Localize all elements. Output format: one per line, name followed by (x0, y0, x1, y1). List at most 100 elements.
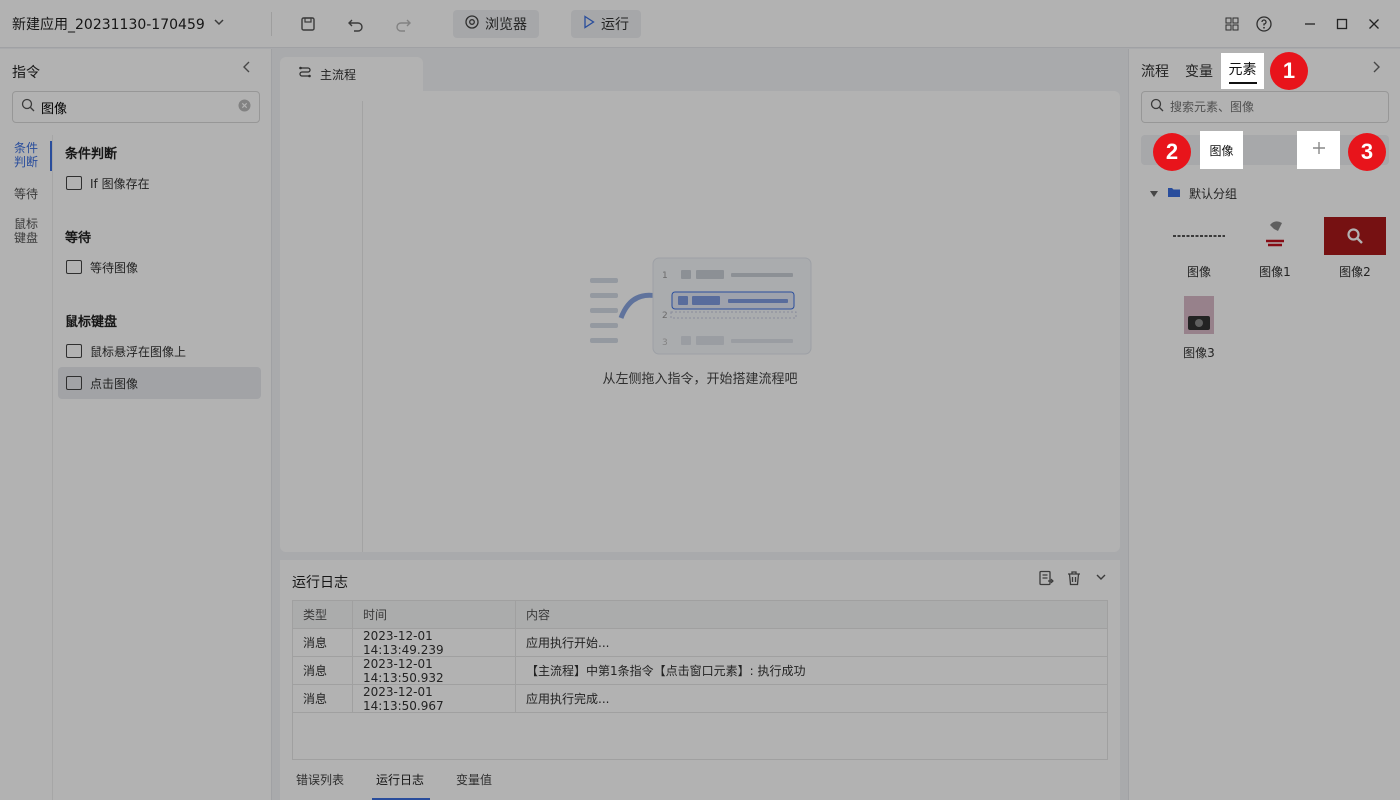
image-instruction-icon (66, 376, 82, 390)
category-tab-label: 条件判断 (14, 141, 39, 169)
log-type-cell: 消息 (293, 685, 353, 712)
instruction-click-image[interactable]: 点击图像 (58, 367, 261, 399)
chevron-down-icon[interactable] (1094, 570, 1108, 590)
save-icon[interactable] (296, 12, 320, 36)
instruction-category-tabs: 条件判断 等待 鼠标键盘 (0, 141, 52, 257)
table-row[interactable]: 消息 2023-12-01 14:13:50.967 应用执行完成... (293, 685, 1107, 713)
maximize-icon[interactable] (1330, 12, 1354, 36)
app-title-dropdown[interactable]: 新建应用_20231130-170459 (12, 14, 225, 34)
image-label: 图像1 (1259, 265, 1291, 279)
instruction-label: 点击图像 (90, 376, 139, 391)
image-thumbnail[interactable] (1244, 217, 1306, 255)
image-thumbnail[interactable] (1168, 295, 1230, 335)
add-image-button[interactable] (1297, 131, 1340, 169)
log-time-cell: 2023-12-01 14:13:50.932 (353, 657, 516, 685)
undo-icon[interactable] (344, 12, 368, 36)
category-tab-wait[interactable]: 等待 (0, 187, 52, 217)
delete-icon[interactable] (1066, 570, 1082, 590)
run-button[interactable]: 运行 (571, 10, 641, 38)
tab-main-flow[interactable]: 主流程 (280, 57, 423, 91)
apps-grid-icon[interactable] (1220, 12, 1244, 36)
tab-run-log[interactable]: 运行日志 (372, 766, 436, 800)
folder-icon (1167, 186, 1181, 201)
group-title: 条件判断 (65, 147, 118, 162)
close-icon[interactable] (1362, 12, 1386, 36)
category-tab-label: 等待 (14, 187, 39, 201)
export-log-icon[interactable] (1038, 570, 1054, 590)
tab-error-list[interactable]: 错误列表 (292, 766, 356, 800)
line-number-gutter (362, 101, 363, 552)
minimize-icon[interactable] (1298, 12, 1322, 36)
log-toolbar (1038, 570, 1108, 590)
group-title: 鼠标键盘 (65, 315, 118, 330)
log-content-cell: 应用执行开始... (526, 636, 610, 650)
help-icon[interactable] (1252, 12, 1276, 36)
instruction-list: 条件判断 If 图像存在 等待 等待图像 鼠标键盘 鼠标悬浮在图像上 点击图像 (52, 135, 272, 800)
element-search-input[interactable] (1170, 100, 1380, 114)
tab-elements[interactable]: 元素 (1221, 53, 1264, 89)
element-search[interactable] (1141, 91, 1389, 123)
instruction-label: If 图像存在 (90, 176, 150, 191)
search-icon (1150, 98, 1164, 116)
plus-icon (1312, 141, 1326, 159)
tab-variables[interactable]: 变量 (1185, 61, 1213, 81)
subtab-images[interactable]: 图像 (1200, 131, 1243, 169)
log-table-header: 类型 时间 内容 (293, 601, 1107, 629)
table-row[interactable]: 消息 2023-12-01 14:13:49.239 应用执行开始... (293, 629, 1107, 657)
category-tab-mouse-keyboard[interactable]: 鼠标键盘 (0, 217, 52, 257)
flow-tab-bar: 主流程 (280, 57, 1120, 91)
run-log-title: 运行日志 (292, 575, 348, 591)
category-tab-condition[interactable]: 条件判断 (0, 141, 52, 187)
toolbar-divider (271, 12, 272, 36)
step-badge-3: 3 (1348, 133, 1386, 171)
image-instruction-icon (66, 344, 82, 358)
browser-button-label: 浏览器 (485, 17, 527, 33)
group-title: 等待 (65, 231, 92, 246)
table-row[interactable]: 消息 2023-12-01 14:13:50.932 【主流程】中第1条指令【点… (293, 657, 1107, 685)
clear-icon[interactable] (238, 99, 251, 116)
instruction-if-image-exists[interactable]: If 图像存在 (58, 167, 261, 199)
image-thumbnail[interactable] (1168, 217, 1230, 255)
log-type-cell: 消息 (293, 629, 353, 656)
tab-elements-label: 元素 (1228, 61, 1257, 78)
group-default[interactable]: 默认分组 (1149, 185, 1237, 202)
log-table: 类型 时间 内容 消息 2023-12-01 14:13:49.239 应用执行… (292, 600, 1108, 760)
log-content-cell: 【主流程】中第1条指令【点击窗口元素】: 执行成功 (526, 664, 806, 678)
flow-icon (298, 66, 312, 83)
image-label: 图像2 (1339, 265, 1371, 279)
instruction-hover-image[interactable]: 鼠标悬浮在图像上 (58, 335, 261, 367)
log-content-cell: 应用执行完成... (526, 692, 610, 706)
image-thumbnail[interactable] (1324, 217, 1386, 255)
log-tab-bar: 错误列表 运行日志 变量值 (292, 766, 520, 800)
redo-icon[interactable] (391, 12, 415, 36)
chevron-right-icon[interactable] (1371, 61, 1381, 77)
instruction-search[interactable] (12, 91, 260, 123)
svg-text:2: 2 (662, 311, 668, 321)
category-tab-label: 鼠标键盘 (14, 217, 39, 245)
tab-main-flow-label: 主流程 (320, 67, 357, 82)
tab-flow[interactable]: 流程 (1141, 61, 1169, 81)
title-bar: 新建应用_20231130-170459 浏览器 运行 (0, 0, 1400, 48)
flow-canvas[interactable]: 1 2 3 从左侧拖入指令，开始搭建流程吧 (280, 91, 1120, 552)
chevron-down-icon (213, 16, 225, 32)
instruction-search-input[interactable] (41, 99, 232, 115)
instruction-wait-image[interactable]: 等待图像 (58, 251, 261, 283)
svg-text:1: 1 (662, 271, 668, 281)
group-label: 默认分组 (1189, 187, 1238, 201)
column-header-type: 类型 (293, 601, 353, 628)
column-header-time: 时间 (353, 601, 516, 628)
run-button-label: 运行 (601, 17, 629, 33)
step-badge-2: 2 (1153, 133, 1191, 171)
log-time-cell: 2023-12-01 14:13:50.967 (353, 685, 516, 713)
chevron-left-icon[interactable] (242, 61, 252, 77)
active-tab-indicator (1228, 81, 1257, 84)
step-badge-1: 1 (1270, 52, 1308, 90)
tab-variable-values[interactable]: 变量值 (452, 766, 504, 800)
instruction-panel: 指令 条件判断 等待 鼠标键盘 条件判断 If 图像存在 等待 等待图像 (0, 49, 272, 800)
svg-text:3: 3 (662, 338, 668, 348)
play-icon (583, 15, 595, 33)
empty-state-illustration: 1 2 3 (585, 256, 815, 360)
run-log-panel: 运行日志 类型 时间 内容 消息 2023-12-01 14:13:49.239… (280, 560, 1120, 800)
image-instruction-icon (66, 176, 82, 190)
browser-button[interactable]: 浏览器 (453, 10, 539, 38)
